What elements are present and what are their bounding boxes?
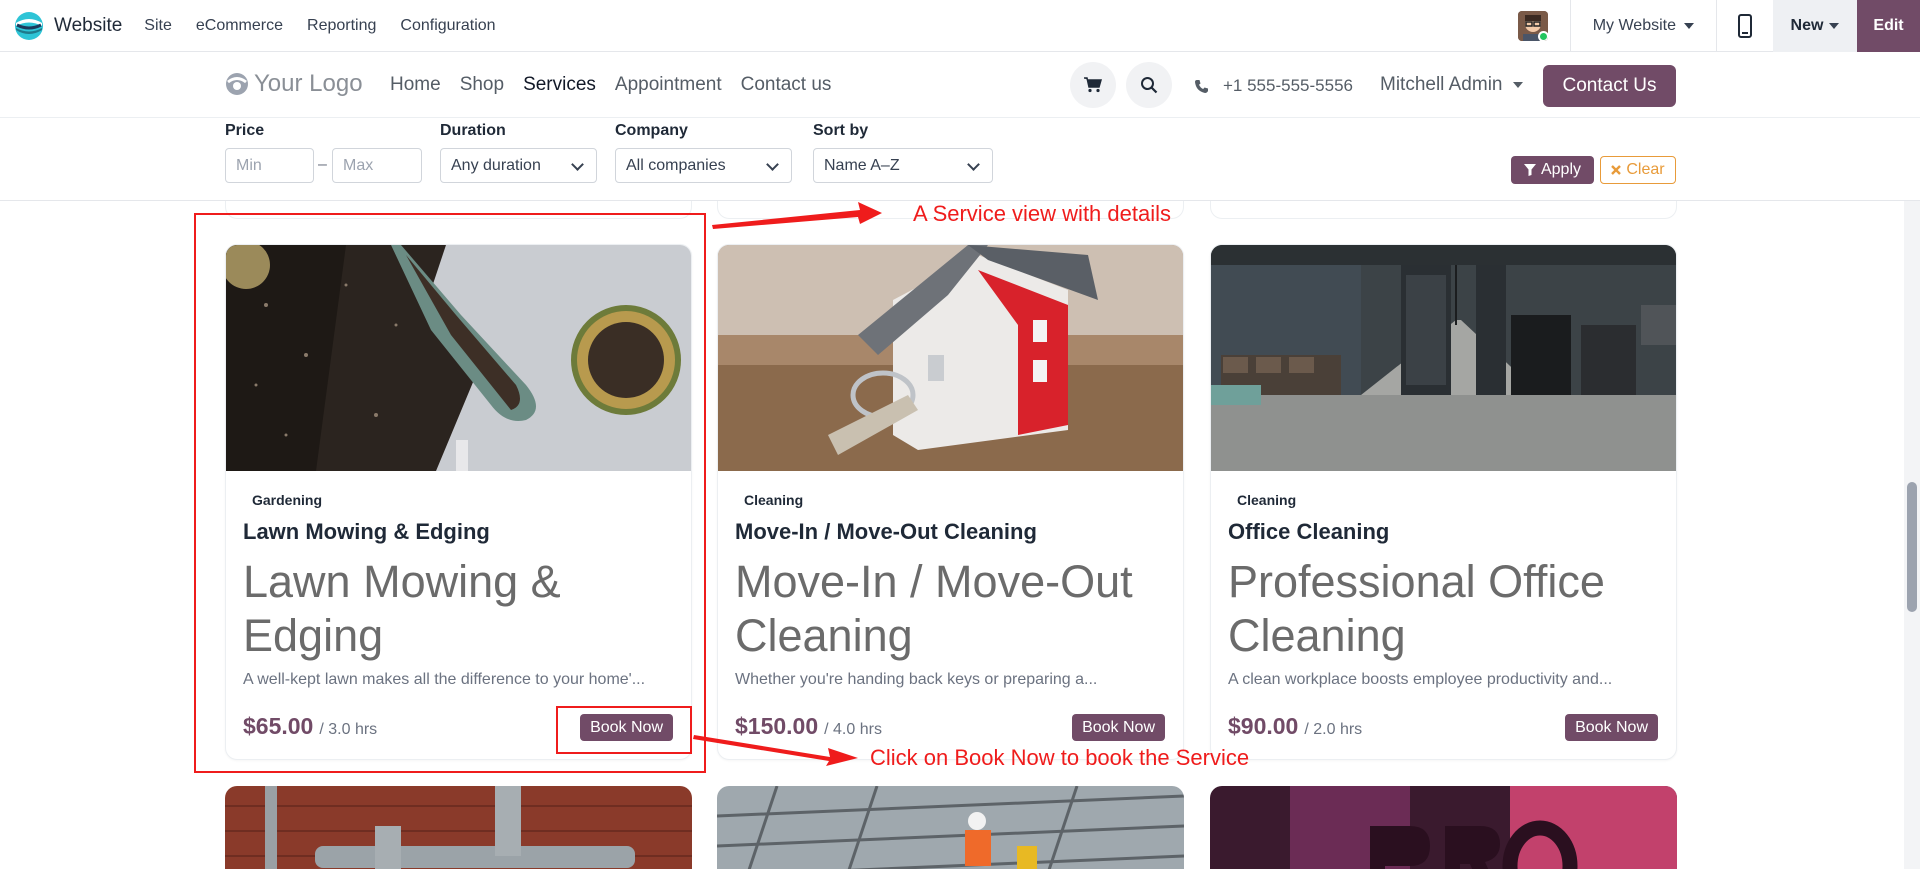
service-description: Whether you're handing back keys or prep…: [735, 671, 1098, 688]
logo-mark-icon: [226, 73, 248, 95]
price-range-dash: –: [318, 156, 327, 173]
service-filters: Price Min – Max Duration Any duration Co…: [0, 118, 1920, 201]
book-now-button[interactable]: Book Now: [1072, 714, 1165, 741]
my-website-dropdown[interactable]: My Website: [1571, 0, 1716, 52]
menu-configuration[interactable]: Configuration: [400, 17, 495, 35]
filter-icon: [1523, 164, 1536, 176]
mobile-preview-button[interactable]: [1717, 0, 1773, 52]
service-name[interactable]: Office Cleaning: [1228, 519, 1389, 545]
sort-value: Name A–Z: [824, 157, 900, 174]
annotation-service-card-highlight: [194, 213, 706, 773]
edit-button[interactable]: Edit: [1857, 0, 1920, 52]
service-name[interactable]: Move-In / Move-Out Cleaning: [735, 519, 1037, 545]
chevron-down-icon: [571, 158, 584, 171]
previous-card-edge: [1210, 201, 1677, 219]
user-name: Mitchell Admin: [1380, 74, 1503, 95]
service-image-project: [1210, 786, 1677, 869]
annotation-service-view-text: A Service view with details: [913, 201, 1171, 226]
service-category: Cleaning: [1237, 492, 1297, 508]
page-scrollbar-thumb[interactable]: [1907, 482, 1917, 612]
mobile-phone-icon: [1738, 14, 1752, 38]
duration-label: Duration: [440, 122, 506, 139]
nav-services[interactable]: Services: [523, 74, 596, 96]
annotation-book-now-text: Click on Book Now to book the Service: [870, 745, 1250, 770]
duration-select[interactable]: Any duration: [440, 148, 597, 183]
search-icon: [1141, 77, 1158, 94]
service-big-title: Professional Office Cleaning: [1228, 556, 1605, 661]
caret-down-icon: [1829, 23, 1840, 29]
service-price: $150.00 / 4.0 hrs: [735, 713, 882, 740]
contact-us-button[interactable]: Contact Us: [1543, 65, 1676, 107]
clear-label: Clear: [1626, 161, 1665, 178]
service-duration: / 4.0 hrs: [824, 721, 882, 738]
logo-text: Your Logo: [254, 70, 363, 97]
chevron-down-icon: [766, 158, 779, 171]
user-menu[interactable]: Mitchell Admin: [1380, 74, 1523, 96]
app-name: Website: [54, 14, 123, 36]
price-label: Price: [225, 122, 265, 139]
company-value: All companies: [626, 157, 726, 174]
nav-home[interactable]: Home: [390, 74, 441, 96]
service-category: Cleaning: [744, 492, 804, 508]
service-image-construction: [717, 786, 1184, 869]
cart-icon: [1084, 77, 1102, 93]
service-image-plumbing: [225, 786, 692, 869]
website-app-icon: [14, 11, 44, 41]
my-website-label: My Website: [1592, 17, 1676, 34]
service-card[interactable]: Cleaning Move-In / Move-Out Cleaning Mov…: [717, 244, 1184, 760]
online-status-dot: [1537, 31, 1548, 41]
new-button[interactable]: New: [1773, 0, 1857, 52]
service-price: $90.00 / 2.0 hrs: [1228, 713, 1362, 740]
apply-label: Apply: [1540, 161, 1582, 178]
price-value: $150.00: [735, 713, 819, 739]
menu-site[interactable]: Site: [144, 17, 172, 35]
service-image-house-keys: [718, 245, 1183, 471]
service-card-next-row[interactable]: [225, 786, 692, 869]
phone-number: +1 555-555-5556: [1223, 76, 1353, 95]
menu-reporting[interactable]: Reporting: [307, 17, 376, 35]
service-card-next-row[interactable]: [1210, 786, 1677, 869]
company-select[interactable]: All companies: [615, 148, 792, 183]
menu-ecommerce[interactable]: eCommerce: [196, 17, 283, 35]
phone-contact[interactable]: +1 555-555-5556: [1194, 76, 1353, 96]
service-duration: / 2.0 hrs: [1304, 721, 1363, 738]
service-description: A clean workplace boosts employee produc…: [1228, 671, 1613, 688]
price-min-input[interactable]: Min: [225, 148, 314, 183]
close-icon: [1611, 165, 1622, 175]
admin-bar-right: My Website New Edit: [1517, 0, 1920, 52]
nav-shop[interactable]: Shop: [460, 74, 504, 96]
price-max-input[interactable]: Max: [332, 148, 422, 183]
duration-value: Any duration: [451, 157, 541, 174]
new-label: New: [1790, 17, 1824, 34]
chevron-down-icon: [967, 158, 980, 171]
caret-down-icon: [1512, 82, 1523, 88]
nav-appointment[interactable]: Appointment: [615, 74, 722, 96]
apply-filter-button[interactable]: Apply: [1511, 156, 1594, 184]
user-avatar[interactable]: [1517, 11, 1548, 41]
cart-button[interactable]: [1070, 62, 1116, 108]
admin-menu: Site eCommerce Reporting Configuration: [144, 17, 495, 35]
book-now-button[interactable]: Book Now: [1565, 714, 1658, 741]
caret-down-icon: [1684, 23, 1694, 29]
service-card-next-row[interactable]: [717, 786, 1184, 869]
website-header: Your Logo Home Shop Services Appointment…: [0, 52, 1920, 118]
clear-filter-button[interactable]: Clear: [1600, 156, 1676, 184]
nav-contact-us[interactable]: Contact us: [741, 74, 832, 96]
annotation-book-now-highlight: [556, 706, 692, 754]
service-card[interactable]: Cleaning Office Cleaning Professional Of…: [1210, 244, 1677, 760]
search-button[interactable]: [1126, 62, 1172, 108]
service-big-title: Move-In / Move-Out Cleaning: [735, 556, 1133, 661]
main-nav: Home Shop Services Appointment Contact u…: [390, 74, 831, 96]
service-image-office: [1211, 245, 1676, 471]
phone-icon: [1195, 79, 1208, 93]
company-label: Company: [615, 122, 688, 139]
sort-label: Sort by: [813, 122, 869, 139]
sort-select[interactable]: Name A–Z: [813, 148, 993, 183]
admin-top-bar: Website Site eCommerce Reporting Configu…: [0, 0, 1920, 52]
price-value: $90.00: [1228, 713, 1299, 739]
website-app-brand[interactable]: Website: [14, 11, 132, 41]
site-logo[interactable]: Your Logo: [224, 70, 363, 98]
